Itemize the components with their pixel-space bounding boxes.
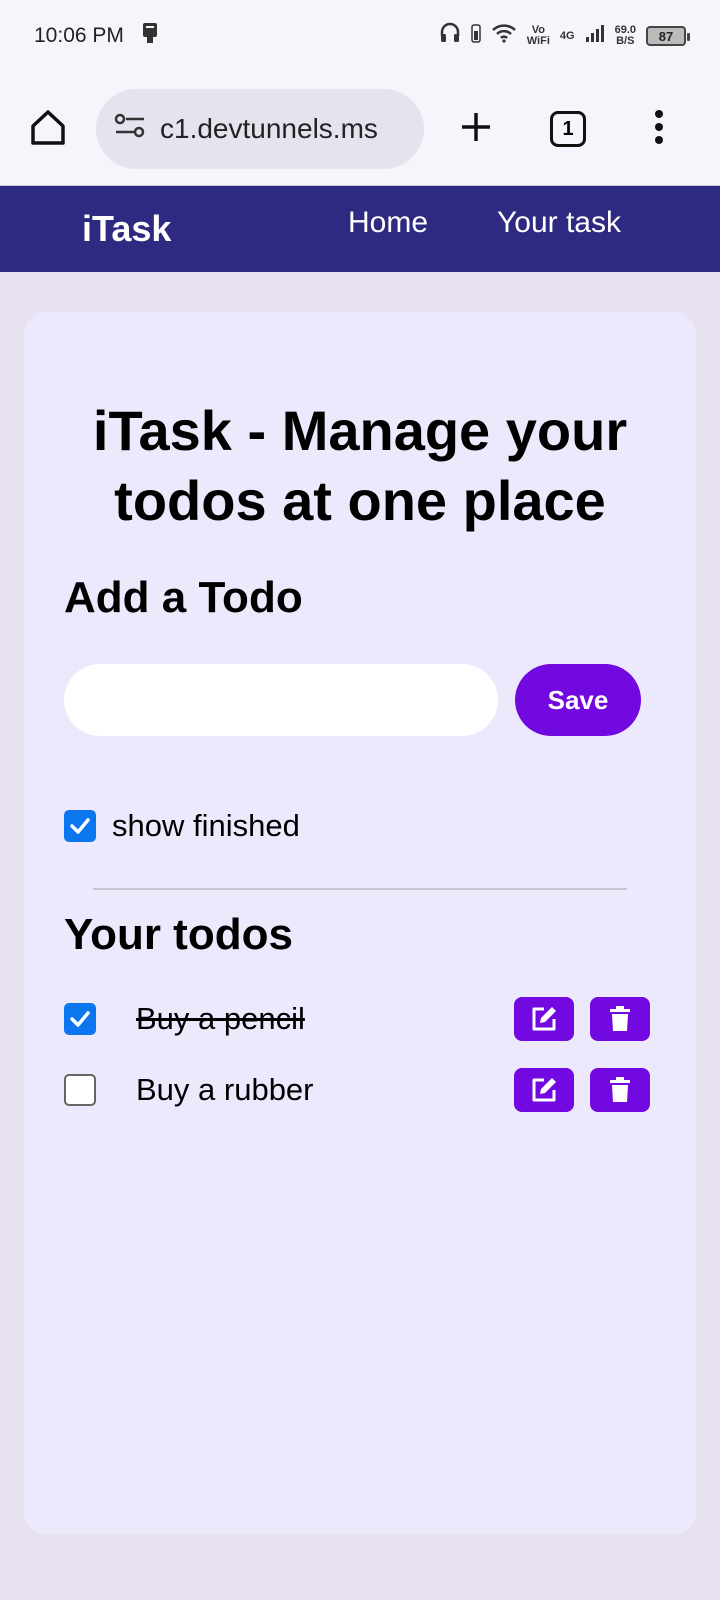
edit-button[interactable] <box>514 1068 574 1112</box>
tab-switcher-button[interactable]: 1 <box>550 111 586 147</box>
checkmark-icon <box>70 818 90 834</box>
site-settings-icon[interactable] <box>114 112 146 147</box>
more-vert-icon <box>654 109 664 150</box>
todo-item: Buy a rubber <box>64 1068 650 1112</box>
wifi-icon <box>491 22 517 50</box>
signal-icon <box>585 23 605 49</box>
edit-button[interactable] <box>514 997 574 1041</box>
edit-icon <box>532 1078 556 1102</box>
checkmark-icon <box>70 1011 90 1027</box>
headphones-icon <box>439 22 461 50</box>
status-bar: 10:06 PM Vo WiFi 4G 69.0 B/S 87 <box>0 0 720 72</box>
browser-toolbar: c1.devtunnels.ms 1 <box>0 72 720 186</box>
network-type: 4G <box>559 29 575 42</box>
todo-item: Buy a pencil <box>64 997 650 1041</box>
section-divider <box>93 888 627 890</box>
home-icon <box>28 107 68 152</box>
vowifi-label: Vo WiFi <box>527 25 550 47</box>
address-bar[interactable]: c1.devtunnels.ms <box>96 89 424 169</box>
trash-icon <box>610 1006 630 1031</box>
battery-indicator: 87 <box>646 26 690 46</box>
brand-logo[interactable]: iTask <box>82 208 171 250</box>
todo-text: Buy a pencil <box>136 1001 305 1036</box>
new-tab-button[interactable] <box>452 105 500 153</box>
home-button[interactable] <box>24 105 72 153</box>
todo-checkbox[interactable] <box>64 1074 96 1106</box>
nav-link-your-task[interactable]: Your task <box>497 206 621 240</box>
show-finished-checkbox[interactable] <box>64 810 96 842</box>
status-time: 10:06 PM <box>34 24 124 47</box>
speed-unit: B/S <box>616 35 635 47</box>
nav-link-home[interactable]: Home <box>348 206 428 240</box>
browser-menu-button[interactable] <box>644 105 674 153</box>
todo-input[interactable] <box>64 664 498 736</box>
your-todos-heading: Your todos <box>64 910 293 959</box>
edit-icon <box>532 1007 556 1031</box>
show-finished-toggle[interactable]: show finished <box>64 808 300 844</box>
todo-checkbox[interactable] <box>64 1003 96 1035</box>
show-finished-label: show finished <box>112 808 300 843</box>
todo-text: Buy a rubber <box>136 1072 314 1107</box>
phone-battery-icon <box>471 23 481 49</box>
delete-button[interactable] <box>590 1068 650 1112</box>
delete-button[interactable] <box>590 997 650 1041</box>
trash-icon <box>610 1077 630 1102</box>
save-button[interactable]: Save <box>515 664 641 736</box>
status-right: Vo WiFi 4G 69.0 B/S 87 <box>439 22 690 50</box>
wifi-text: WiFi <box>526 35 550 47</box>
network-speed: 69.0 B/S <box>615 25 636 47</box>
url-text[interactable]: c1.devtunnels.ms <box>160 113 378 145</box>
notification-icon <box>140 22 160 50</box>
add-todo-heading: Add a Todo <box>64 573 303 622</box>
status-left: 10:06 PM <box>34 22 160 50</box>
page-title: iTask - Manage your todos at one place <box>92 399 628 532</box>
plus-icon <box>459 110 493 149</box>
site-navbar: iTask Home Your task <box>0 186 720 272</box>
